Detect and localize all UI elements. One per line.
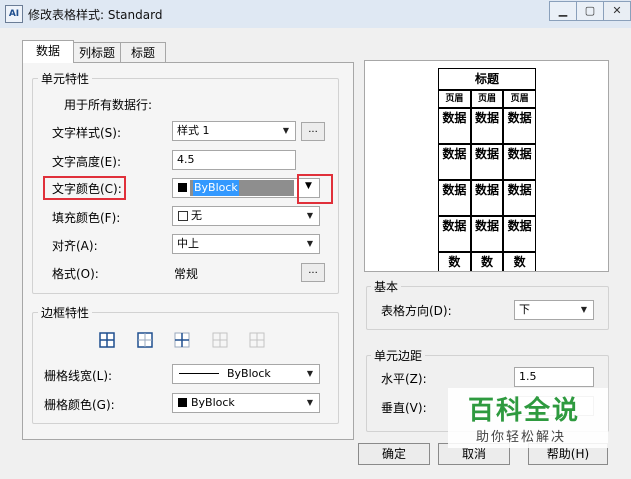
preview-data-cell: 数据	[439, 144, 471, 180]
grid-color-value: ByBlock	[191, 396, 235, 409]
table-preview: 标题 页眉 页眉 页眉 数据 数据 数据 数据 数据 数据 数据 数据 数据 数…	[364, 60, 609, 272]
preview-data-cell: 数据	[470, 216, 504, 252]
color-swatch	[178, 211, 188, 221]
format-label: 格式(O):	[52, 267, 99, 281]
tab-column-header[interactable]: 列标题	[73, 42, 121, 63]
preview-data-row: 数据 数据 数据	[439, 216, 536, 252]
preview-header-row: 页眉 页眉 页眉	[439, 90, 536, 108]
preview-data-cell: 数据	[503, 216, 536, 252]
ok-button[interactable]: 确定	[358, 443, 430, 465]
chevron-down-icon: ▼	[580, 305, 588, 314]
align-label: 对齐(A):	[52, 239, 98, 253]
grid-line-width-select[interactable]: ByBlock ▼	[172, 364, 320, 384]
preview-header-cell: 页眉	[439, 90, 471, 108]
preview-header-cell: 页眉	[503, 90, 536, 108]
preview-table: 标题 页眉 页眉 页眉 数据 数据 数据 数据 数据 数据 数据 数据 数据 数…	[438, 68, 536, 271]
text-style-value: 样式 1	[177, 124, 210, 137]
preview-data-cell: 数据	[503, 144, 536, 180]
preview-data-cell: 数	[503, 252, 536, 271]
chevron-down-icon[interactable]: ▼	[305, 181, 312, 191]
bottom-border-icon	[210, 330, 230, 350]
table-direction-label: 表格方向(D):	[381, 304, 452, 318]
highlight-box	[297, 174, 333, 204]
preview-data-row: 数据 数据 数据	[439, 144, 536, 180]
border-properties-label: 边框特性	[38, 304, 93, 321]
fill-color-label: 填充颜色(F):	[52, 211, 121, 225]
preview-data-row: 数据 数据 数据	[439, 108, 536, 144]
fill-color-value: 无	[191, 209, 202, 222]
window-title: 修改表格样式: Standard	[28, 8, 163, 22]
basic-group-label: 基本	[371, 278, 402, 295]
watermark-title: 百科全说	[468, 396, 581, 426]
watermark: 百科全说 助你轻松解决	[448, 388, 608, 448]
apply-all-rows-label: 用于所有数据行:	[64, 98, 153, 112]
preview-data-cell: 数据	[439, 108, 471, 144]
preview-data-cell: 数据	[470, 180, 504, 216]
watermark-subtitle: 助你轻松解决	[476, 430, 567, 445]
preview-data-cell: 数据	[470, 108, 504, 144]
preview-header-cell: 页眉	[470, 90, 504, 108]
minimize-icon[interactable]: ▁	[549, 1, 577, 21]
chevron-down-icon: ▼	[306, 239, 314, 248]
grid-color-select[interactable]: ByBlock ▼	[172, 393, 320, 413]
horizontal-margin-input[interactable]: 1.5	[514, 367, 594, 387]
vertical-margin-label: 垂直(V):	[381, 401, 427, 415]
preview-data-cell: 数据	[439, 216, 471, 252]
format-browse-button[interactable]: ...	[301, 263, 325, 282]
color-swatch	[178, 183, 187, 192]
preview-data-row: 数据 数据 数据	[439, 180, 536, 216]
table-direction-select[interactable]: 下 ▼	[514, 300, 594, 320]
cell-properties-label: 单元特性	[38, 70, 93, 87]
cell-margins-label: 单元边距	[371, 347, 426, 364]
app-icon: AI	[5, 5, 23, 23]
text-style-select[interactable]: 样式 1 ▼	[172, 121, 296, 141]
fill-color-select[interactable]: 无 ▼	[172, 206, 320, 226]
preview-data-cell: 数据	[503, 180, 536, 216]
chevron-down-icon: ▼	[306, 211, 314, 220]
align-value: 中上	[177, 237, 199, 250]
chevron-down-icon: ▼	[282, 126, 290, 135]
text-color-label: 文字颜色(C):	[52, 182, 122, 196]
text-color-value: ByBlock	[193, 180, 239, 196]
grid-line-width-label: 栅格线宽(L):	[44, 369, 113, 383]
line-sample	[179, 373, 219, 374]
text-height-value: 4.5	[177, 153, 195, 166]
preview-data-cell: 数据	[503, 108, 536, 144]
title-bar: AI 修改表格样式: Standard ▁ ▢ ✕	[0, 0, 631, 29]
text-style-label: 文字样式(S):	[52, 126, 122, 140]
outside-borders-icon[interactable]	[135, 330, 155, 350]
text-height-label: 文字高度(E):	[52, 155, 121, 169]
all-borders-icon[interactable]	[97, 330, 117, 350]
chevron-down-icon: ▼	[306, 398, 314, 407]
table-direction-value: 下	[519, 303, 530, 316]
preview-title-cell: 标题	[439, 69, 535, 90]
close-icon[interactable]: ✕	[603, 1, 631, 21]
format-value: 常规	[174, 267, 199, 281]
chevron-down-icon: ▼	[306, 369, 314, 378]
align-select[interactable]: 中上 ▼	[172, 234, 320, 254]
preview-data-row: 数 数 数	[439, 252, 536, 271]
preview-data-cell: 数据	[470, 144, 504, 180]
grid-color-label: 栅格颜色(G):	[44, 398, 115, 412]
preview-data-cell: 数	[470, 252, 504, 271]
inside-borders-icon[interactable]	[172, 330, 192, 350]
text-style-browse-button[interactable]: ...	[301, 122, 325, 141]
maximize-icon[interactable]: ▢	[576, 1, 604, 21]
tab-data[interactable]: 数据	[22, 40, 74, 63]
preview-data-cell: 数据	[439, 180, 471, 216]
tab-title[interactable]: 标题	[120, 42, 166, 63]
horizontal-margin-value: 1.5	[519, 370, 537, 383]
preview-data-cell: 数	[439, 252, 471, 271]
no-border-icon	[247, 330, 267, 350]
horizontal-margin-label: 水平(Z):	[381, 372, 427, 386]
color-swatch	[178, 398, 187, 407]
grid-line-width-value: ByBlock	[227, 367, 271, 380]
text-height-input[interactable]: 4.5	[172, 150, 296, 170]
